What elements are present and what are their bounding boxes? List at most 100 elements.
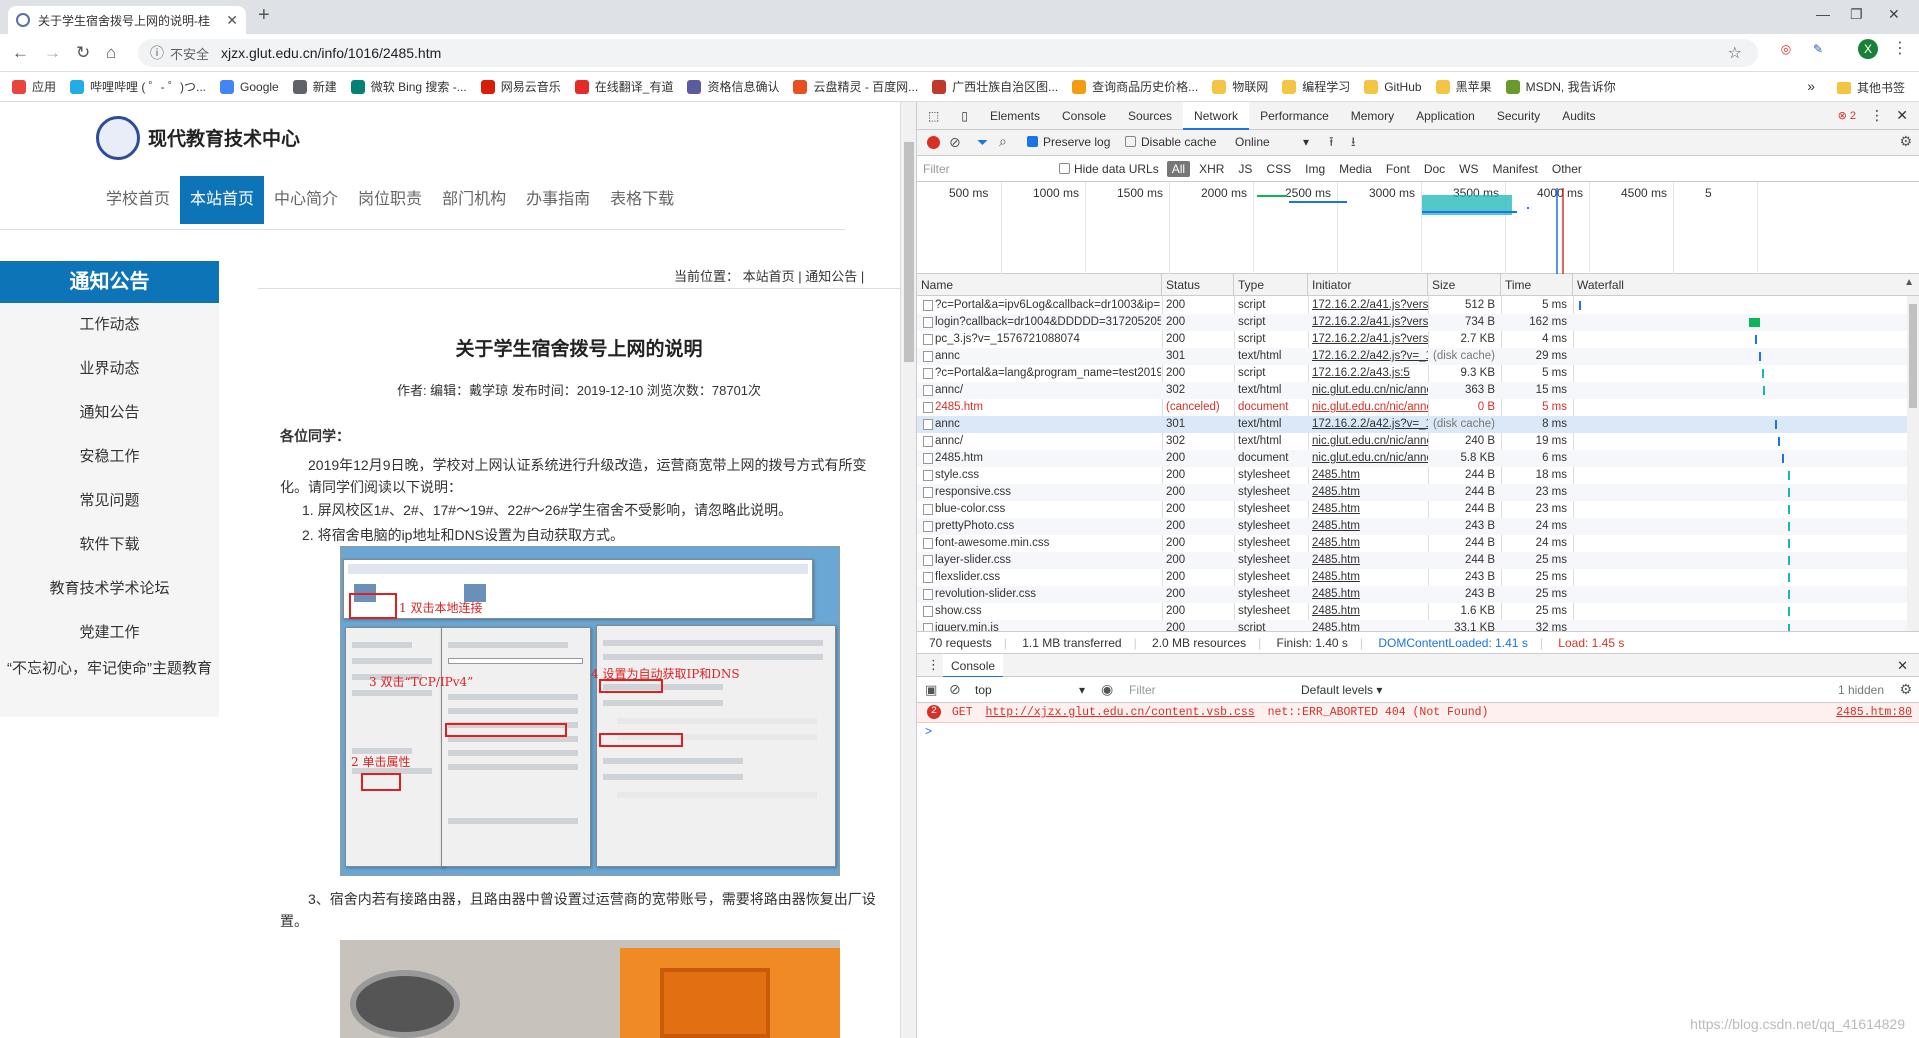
request-initiator[interactable]: 2485.htm — [1308, 484, 1428, 501]
request-row[interactable]: ?c=Portal&a=ipv6Log&callback=dr1003&ip=1… — [917, 297, 1919, 314]
request-initiator[interactable]: 172.16.2.2/a43.js:5 — [1308, 365, 1428, 382]
request-row[interactable]: 2485.htm 200 document nic.glut.edu.cn/nic/a… — [917, 450, 1919, 467]
preserve-log-checkbox[interactable] — [1027, 136, 1038, 147]
request-name[interactable]: 2485.htm — [931, 450, 1161, 467]
request-table-scrollbar-thumb[interactable] — [1909, 304, 1917, 408]
window-close-icon[interactable]: ✕ — [1888, 6, 1900, 23]
bookmark-item[interactable]: 云盘精灵 - 百度网... — [793, 78, 918, 95]
devtools-tab[interactable]: Sources — [1117, 102, 1183, 130]
throttle-select[interactable]: Online ▾ — [1235, 135, 1315, 149]
type-filter[interactable]: JS — [1233, 161, 1257, 177]
request-initiator[interactable]: 2485.htm — [1308, 518, 1428, 535]
console-clear-icon[interactable]: ⊘ — [949, 681, 961, 698]
sidebar-item[interactable]: 安稳工作 — [0, 435, 219, 479]
page-scrollbar[interactable] — [900, 102, 916, 1038]
request-name[interactable]: show.css — [931, 603, 1161, 620]
type-filter[interactable]: CSS — [1261, 161, 1296, 177]
column-header[interactable]: Type — [1234, 274, 1308, 296]
site-name[interactable]: 现代教育技术中心 — [148, 124, 300, 151]
profile-avatar[interactable]: X — [1858, 39, 1878, 59]
type-filter[interactable]: Other — [1547, 161, 1587, 177]
breadcrumb[interactable]: 当前位置： 本站首页 | 通知公告 | — [674, 266, 864, 285]
home-icon[interactable]: ⌂ — [106, 43, 116, 63]
bookmark-item[interactable]: MSDN, 我告诉你 — [1505, 78, 1616, 95]
type-filter[interactable]: XHR — [1194, 161, 1229, 177]
bookmark-item[interactable]: 在线翻译_有道 — [574, 78, 673, 95]
column-header[interactable]: Initiator — [1308, 274, 1428, 296]
request-name[interactable]: annc — [931, 416, 1161, 433]
console-context-select[interactable]: top ▾ — [975, 683, 1085, 697]
overview-timeline[interactable] — [917, 182, 1919, 274]
request-name[interactable]: flexslider.css — [931, 569, 1161, 586]
devtools-close-icon[interactable]: ✕ — [1896, 107, 1908, 124]
request-name[interactable]: pc_3.js?v=_1576721088074 — [931, 331, 1161, 348]
request-name[interactable]: annc/ — [931, 382, 1161, 399]
console-levels-select[interactable]: Default levels ▾ — [1301, 683, 1382, 697]
request-name[interactable]: style.css — [931, 467, 1161, 484]
menu-dots-icon[interactable]: ⋮ — [1890, 39, 1910, 59]
request-name[interactable]: blue-color.css — [931, 501, 1161, 518]
extension-a-icon[interactable]: ◎ — [1776, 39, 1796, 59]
request-row[interactable]: style.css 200 stylesheet 2485.htm 244 B 18 ms — [917, 467, 1919, 484]
request-row[interactable]: login?callback=dr1004&DDDDD=317205205173… — [917, 314, 1919, 331]
bookmark-item[interactable]: Google — [220, 79, 279, 94]
devtools-tab[interactable]: Console — [1051, 102, 1117, 130]
request-initiator[interactable]: 2485.htm — [1308, 467, 1428, 484]
error-source-link[interactable]: 2485.htm:80 — [1836, 703, 1912, 723]
sidebar-item[interactable]: 工作动态 — [0, 303, 219, 347]
type-filter[interactable]: Img — [1300, 161, 1330, 177]
request-row[interactable]: flexslider.css 200 stylesheet 2485.htm 243 B… — [917, 569, 1919, 586]
back-icon[interactable]: ← — [12, 43, 29, 63]
request-initiator[interactable]: 172.16.2.2/a41.js?versio... — [1308, 331, 1428, 348]
nav-item[interactable]: 部门机构 — [432, 176, 516, 224]
bookmark-item[interactable]: 微软 Bing 搜索 -... — [350, 78, 467, 95]
page-scrollbar-thumb[interactable] — [904, 142, 914, 362]
forward-icon[interactable]: → — [44, 43, 61, 63]
request-initiator[interactable]: 2485.htm — [1308, 586, 1428, 603]
request-row[interactable]: pc_3.js?v=_1576721088074 200 script 172.16.… — [917, 331, 1919, 348]
sort-arrow-icon[interactable]: ▲ — [1904, 277, 1914, 288]
request-initiator[interactable]: 2485.htm — [1308, 569, 1428, 586]
request-row[interactable]: layer-slider.css 200 stylesheet 2485.htm 244… — [917, 552, 1919, 569]
type-filter[interactable]: All — [1166, 160, 1191, 177]
request-initiator[interactable]: 172.16.2.2/a41.js?versio... — [1308, 314, 1428, 331]
address-url[interactable]: xjzx.glut.edu.cn/info/1016/2485.htm — [221, 45, 441, 61]
address-bar[interactable]: ⓘ 不安全 xjzx.glut.edu.cn/info/1016/2485.ht… — [138, 39, 1758, 67]
bookmark-item[interactable]: 黑苹果 — [1435, 78, 1492, 95]
sidebar-item[interactable]: 教育技术学术论坛 — [0, 567, 219, 611]
type-filter[interactable]: Media — [1334, 161, 1377, 177]
drawer-menu-icon[interactable]: ⋮ — [927, 657, 940, 673]
reload-icon[interactable]: ↻ — [76, 43, 90, 63]
request-initiator[interactable]: 2485.htm — [1308, 501, 1428, 518]
request-name[interactable]: layer-slider.css — [931, 552, 1161, 569]
drawer-close-icon[interactable]: ✕ — [1897, 658, 1908, 674]
clear-icon[interactable]: ⊘ — [949, 134, 961, 151]
request-name[interactable]: annc — [931, 348, 1161, 365]
type-filter[interactable]: Manifest — [1488, 161, 1543, 177]
devtools-tab[interactable]: Security — [1486, 102, 1551, 130]
bookmark-item[interactable]: 编程学习 — [1282, 78, 1350, 95]
request-initiator[interactable]: 172.16.2.2/a42.js?v=_15... — [1308, 416, 1428, 433]
bookmark-item[interactable]: 物联网 — [1212, 78, 1268, 95]
record-icon[interactable] — [927, 136, 940, 149]
request-row[interactable]: font-awesome.min.css 200 stylesheet 2485.ht… — [917, 535, 1919, 552]
bookmark-item[interactable]: 网易云音乐 — [480, 78, 561, 95]
devtools-tab[interactable]: Audits — [1551, 102, 1606, 130]
devtools-tab[interactable]: Elements — [979, 102, 1051, 130]
sidebar-item[interactable]: 通知公告 — [0, 391, 219, 435]
console-prompt[interactable]: > — [925, 724, 932, 738]
request-initiator[interactable]: 172.16.2.2/a41.js?versio... — [1308, 297, 1428, 314]
console-drawer-tab[interactable]: Console — [943, 654, 1004, 678]
request-initiator[interactable]: nic.glut.edu.cn/nic/annc/ — [1308, 399, 1428, 416]
column-header[interactable]: Time — [1501, 274, 1573, 296]
console-settings-gear-icon[interactable]: ⚙ — [1899, 681, 1912, 698]
bookmark-star-icon[interactable]: ☆ — [1728, 43, 1742, 63]
extension-b-icon[interactable]: ✎ — [1808, 39, 1828, 59]
error-url[interactable]: http://xjzx.glut.edu.cn/content.vsb.css — [986, 706, 1255, 719]
request-row[interactable]: responsive.css 200 stylesheet 2485.htm 244 B… — [917, 484, 1919, 501]
sidebar-item[interactable]: 党建工作 — [0, 611, 219, 655]
type-filter[interactable]: Font — [1381, 161, 1415, 177]
sidebar-item[interactable]: 软件下载 — [0, 523, 219, 567]
request-table-scrollbar[interactable] — [1907, 296, 1919, 674]
bookmark-item[interactable]: 新建 — [292, 78, 337, 95]
